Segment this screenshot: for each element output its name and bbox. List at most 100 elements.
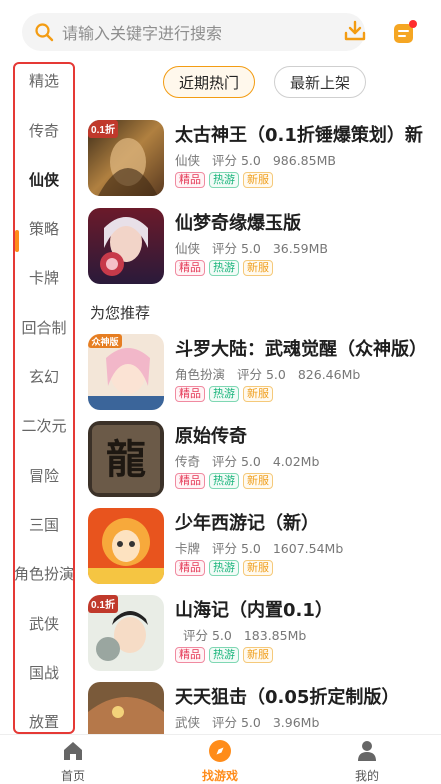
- game-meta: 角色扮演 评分 5.0 826.46Mb: [175, 364, 368, 383]
- game-list-item[interactable]: 天天狙击（0.05折定制版） 武侠 评分 5.0 3.96Mb: [88, 682, 438, 734]
- game-rating: 评分 5.0: [183, 628, 232, 643]
- game-list-item[interactable]: 龍 原始传奇 传奇 评分 5.0 4.02Mb 精品 热游 新服: [88, 421, 438, 501]
- category-item-jiaoseban[interactable]: 角色扮演: [15, 563, 73, 584]
- tag-premium: 精品: [175, 386, 205, 402]
- tag-hot: 热游: [209, 386, 239, 402]
- game-title: 少年西游记（新）: [175, 513, 319, 534]
- game-size: 986.85MB: [272, 153, 336, 168]
- game-size: 183.85Mb: [243, 628, 307, 643]
- game-thumbnail: [88, 508, 164, 584]
- game-list-item[interactable]: 0.1折 山海记（内置0.1） 评分 5.0 183.85Mb 精品 热游 新服: [88, 595, 438, 675]
- game-list-item[interactable]: 0.1折 太古神王（0.1折锤爆策划）新 仙侠 评分 5.0 986.85MB …: [88, 120, 438, 200]
- game-size: 3.96Mb: [272, 715, 320, 730]
- tag-hot: 热游: [209, 260, 239, 276]
- nav-profile[interactable]: 我的: [322, 735, 412, 784]
- tag-premium: 精品: [175, 260, 205, 276]
- search-input[interactable]: 请输入关键字进行搜索: [22, 13, 365, 51]
- message-icon[interactable]: [392, 18, 418, 46]
- game-title: 仙梦奇缘爆玉版: [175, 213, 301, 234]
- game-title: 太古神王（0.1折锤爆策划）新: [175, 125, 423, 146]
- game-thumbnail: 众神版: [88, 334, 164, 410]
- tag-premium: 精品: [175, 172, 205, 188]
- category-item-maoxian[interactable]: 冒险: [15, 465, 73, 486]
- category-item-celue[interactable]: 策略: [15, 218, 73, 239]
- category-item-fangzhi[interactable]: 放置: [15, 711, 73, 732]
- tag-premium: 精品: [175, 647, 205, 663]
- game-rating: 评分 5.0: [237, 367, 286, 382]
- category-item-wuxia[interactable]: 武侠: [15, 613, 73, 634]
- home-icon: [64, 742, 82, 760]
- game-tags: 精品 热游 新服: [175, 647, 273, 663]
- game-title: 山海记（内置0.1）: [175, 600, 333, 621]
- game-rating: 评分 5.0: [212, 715, 261, 730]
- game-category: 仙侠: [175, 241, 201, 256]
- category-item-guozhan[interactable]: 国战: [15, 662, 73, 683]
- game-meta: 卡牌 评分 5.0 1607.54Mb: [175, 538, 351, 557]
- category-item-kapai[interactable]: 卡牌: [15, 267, 73, 288]
- game-rating: 评分 5.0: [212, 541, 261, 556]
- recommend-section-title: 为您推荐: [90, 304, 151, 322]
- game-list-item[interactable]: 众神版 斗罗大陆：武魂觉醒（众神版） 角色扮演 评分 5.0 826.46Mb …: [88, 334, 438, 414]
- game-thumbnail: 龍: [88, 421, 164, 497]
- game-meta: 仙侠 评分 5.0 36.59MB: [175, 238, 336, 257]
- tab-new-release[interactable]: 最新上架: [274, 66, 366, 98]
- game-thumbnail: 0.1折: [88, 595, 164, 671]
- compass-icon: [209, 740, 231, 762]
- game-category: 武侠: [175, 715, 201, 730]
- game-meta: 评分 5.0 183.85Mb: [175, 625, 314, 644]
- game-category: 传奇: [175, 454, 201, 469]
- bottom-navigation: 首页 找游戏 我的: [0, 734, 441, 784]
- tab-recent-hot[interactable]: 近期热门: [163, 66, 255, 98]
- game-size: 4.02Mb: [272, 454, 320, 469]
- tag-hot: 热游: [209, 647, 239, 663]
- game-category: 角色扮演: [175, 367, 226, 382]
- game-rating: 评分 5.0: [212, 241, 261, 256]
- category-item-xuanhuan[interactable]: 玄幻: [15, 366, 73, 387]
- game-thumbnail: [88, 208, 164, 284]
- tag-new-server: 新服: [243, 260, 273, 276]
- category-item-sanguo[interactable]: 三国: [15, 514, 73, 535]
- category-item-xianxia[interactable]: 仙侠: [15, 169, 73, 190]
- tag-premium: 精品: [175, 473, 205, 489]
- tag-new-server: 新服: [243, 560, 273, 576]
- category-item-erciyuan[interactable]: 二次元: [15, 415, 73, 436]
- category-item-huihezhi[interactable]: 回合制: [15, 317, 73, 338]
- game-thumbnail: [88, 682, 164, 734]
- category-sidebar: 精选 传奇 仙侠 策略 卡牌 回合制 玄幻 二次元 冒险 三国 角色扮演 武侠 …: [13, 62, 75, 734]
- search-placeholder: 请输入关键字进行搜索: [62, 24, 223, 43]
- game-title: 天天狙击（0.05折定制版）: [175, 687, 400, 708]
- game-meta: 武侠 评分 5.0 3.96Mb: [175, 712, 327, 731]
- game-rating: 评分 5.0: [212, 454, 261, 469]
- game-meta: 仙侠 评分 5.0 986.85MB: [175, 150, 344, 169]
- game-tags: 精品 热游 新服: [175, 560, 273, 576]
- tag-hot: 热游: [209, 172, 239, 188]
- nav-profile-label: 我的: [354, 769, 379, 783]
- game-category: 仙侠: [175, 153, 201, 168]
- tag-new-server: 新服: [243, 647, 273, 663]
- tag-hot: 热游: [209, 560, 239, 576]
- person-icon: [358, 741, 376, 761]
- nav-home[interactable]: 首页: [28, 735, 118, 784]
- nav-find-games[interactable]: 找游戏: [175, 735, 265, 784]
- game-tags: 精品 热游 新服: [175, 172, 273, 188]
- game-list-item[interactable]: 仙梦奇缘爆玉版 仙侠 评分 5.0 36.59MB 精品 热游 新服: [88, 208, 438, 288]
- nav-home-label: 首页: [60, 769, 85, 783]
- game-tags: 精品 热游 新服: [175, 473, 273, 489]
- game-category: 卡牌: [175, 541, 201, 556]
- nav-find-games-label: 找游戏: [201, 769, 238, 783]
- game-tags: 精品 热游 新服: [175, 260, 273, 276]
- game-size: 1607.54Mb: [272, 541, 344, 556]
- category-item-jingxuan[interactable]: 精选: [15, 70, 73, 91]
- game-list-item[interactable]: 少年西游记（新） 卡牌 评分 5.0 1607.54Mb 精品 热游 新服: [88, 508, 438, 588]
- game-badge: 0.1折: [91, 598, 115, 611]
- search-icon: [35, 23, 54, 42]
- download-icon[interactable]: [343, 19, 367, 43]
- game-badge: 众神版: [91, 336, 118, 348]
- tag-new-server: 新服: [243, 473, 273, 489]
- game-thumbnail: 0.1折: [88, 120, 164, 196]
- game-rating: 评分 5.0: [212, 153, 261, 168]
- game-size: 36.59MB: [272, 241, 328, 256]
- game-badge: 龍: [106, 436, 146, 483]
- game-tags: 精品 热游 新服: [175, 386, 273, 402]
- category-item-chuanqi[interactable]: 传奇: [15, 120, 73, 141]
